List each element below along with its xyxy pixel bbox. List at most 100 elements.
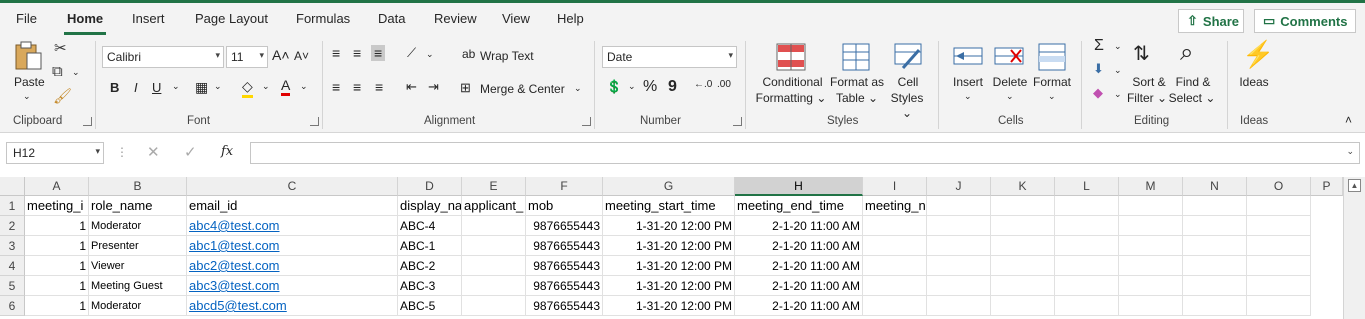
orientation-icon[interactable]: ⟋ xyxy=(407,45,416,61)
font-color-dropdown-icon[interactable]: ⌄ xyxy=(300,81,308,92)
cell-l3[interactable] xyxy=(1055,236,1119,256)
copy-dropdown-icon[interactable]: ⌄ xyxy=(72,67,80,78)
cell-m5[interactable] xyxy=(1119,276,1183,296)
tab-insert[interactable]: Insert xyxy=(132,11,165,26)
row-header-4[interactable]: 4 xyxy=(0,256,25,276)
column-header-n[interactable]: N xyxy=(1183,177,1247,196)
font-size-select[interactable]: 11 ▾ xyxy=(226,46,268,68)
cell-l4[interactable] xyxy=(1055,256,1119,276)
column-header-c[interactable]: C xyxy=(187,177,398,196)
column-header-b[interactable]: B xyxy=(89,177,187,196)
cell-j4[interactable] xyxy=(927,256,991,276)
cell-i2[interactable] xyxy=(863,216,927,236)
cell-c5[interactable]: abc3@test.com xyxy=(187,276,398,296)
tab-view[interactable]: View xyxy=(502,11,530,26)
cell-g6[interactable]: 1-31-20 12:00 PM xyxy=(603,296,735,316)
cell-c3[interactable]: abc1@test.com xyxy=(187,236,398,256)
row-header-3[interactable]: 3 xyxy=(0,236,25,256)
cut-icon[interactable]: ✂ xyxy=(54,39,67,57)
cell-k4[interactable] xyxy=(991,256,1055,276)
cell-m2[interactable] xyxy=(1119,216,1183,236)
find-select-icon[interactable]: ⌕ xyxy=(1180,39,1193,67)
find-select-button[interactable]: Find & xyxy=(1172,75,1214,90)
clear-dropdown-icon[interactable]: ⌄ xyxy=(1114,89,1122,100)
cell-n2[interactable] xyxy=(1183,216,1247,236)
font-launcher-icon[interactable] xyxy=(310,117,319,126)
accounting-format-icon[interactable]: 💲 xyxy=(606,79,622,95)
insert-function-button[interactable]: fx xyxy=(221,144,233,159)
paste-label[interactable]: Paste xyxy=(14,75,45,90)
expand-formula-bar-icon[interactable]: ⌄ xyxy=(1346,146,1354,157)
cell-f1[interactable]: mob xyxy=(526,196,603,216)
cell-h1[interactable]: meeting_end_time xyxy=(735,196,863,216)
cell-d6[interactable]: ABC-5 xyxy=(398,296,462,316)
cell-f3[interactable]: 9876655443 xyxy=(526,236,603,256)
orientation-dropdown-icon[interactable]: ⌄ xyxy=(426,49,434,60)
merge-dropdown-icon[interactable]: ⌄ xyxy=(574,83,582,94)
cell-e5[interactable] xyxy=(462,276,526,296)
cell-f4[interactable]: 9876655443 xyxy=(526,256,603,276)
increase-font-icon[interactable]: A˄ xyxy=(272,47,290,63)
tab-formulas[interactable]: Formulas xyxy=(296,11,350,26)
sort-filter-icon[interactable]: ⇅ xyxy=(1133,41,1150,66)
cell-b5[interactable]: Meeting Guest xyxy=(89,276,187,296)
collapse-ribbon-icon[interactable]: ˄ xyxy=(1345,113,1352,127)
column-header-p[interactable]: P xyxy=(1311,177,1343,196)
accounting-dropdown-icon[interactable]: ⌄ xyxy=(628,81,636,92)
tab-file[interactable]: File xyxy=(16,11,37,26)
cell-styles-dropdown[interactable]: Styles ⌄ xyxy=(884,91,930,121)
tab-page-layout[interactable]: Page Layout xyxy=(195,11,268,26)
cell-i3[interactable] xyxy=(863,236,927,256)
cell-l1[interactable] xyxy=(1055,196,1119,216)
font-color-icon[interactable]: A xyxy=(281,77,291,96)
cell-g1[interactable]: meeting_start_time xyxy=(603,196,735,216)
align-right-icon[interactable]: ≡ xyxy=(375,79,383,95)
scroll-up-icon[interactable]: ▲ xyxy=(1348,179,1361,192)
share-button[interactable]: ⇧ Share xyxy=(1178,9,1244,33)
format-cells-icon[interactable] xyxy=(1036,42,1068,72)
format-painter-icon[interactable]: 🖌 xyxy=(53,87,72,105)
cell-h5[interactable]: 2-1-20 11:00 AM xyxy=(735,276,863,296)
tab-home[interactable]: Home xyxy=(67,11,103,26)
cell-a6[interactable]: 1 xyxy=(25,296,89,316)
tab-help[interactable]: Help xyxy=(557,11,584,26)
name-box[interactable]: H12 ▾ xyxy=(6,142,104,164)
select-all-corner[interactable] xyxy=(0,177,25,196)
autosum-dropdown-icon[interactable]: ⌄ xyxy=(1114,41,1122,52)
column-header-h[interactable]: H xyxy=(735,177,863,196)
cell-styles-icon[interactable] xyxy=(893,42,925,72)
cell-l2[interactable] xyxy=(1055,216,1119,236)
cell-o4[interactable] xyxy=(1247,256,1311,276)
cell-e1[interactable]: applicant_ xyxy=(462,196,526,216)
align-center-icon[interactable]: ≡ xyxy=(353,79,361,95)
autosum-icon[interactable]: Σ xyxy=(1094,37,1104,55)
cell-m1[interactable] xyxy=(1119,196,1183,216)
fill-dropdown-icon[interactable]: ⌄ xyxy=(1114,65,1122,76)
cell-o2[interactable] xyxy=(1247,216,1311,236)
conditional-formatting-button[interactable]: Conditional xyxy=(760,75,825,90)
cell-i1[interactable]: meeting_name xyxy=(863,196,927,216)
fill-icon[interactable]: ⬇ xyxy=(1093,61,1104,77)
cell-a4[interactable]: 1 xyxy=(25,256,89,276)
cell-j3[interactable] xyxy=(927,236,991,256)
column-header-l[interactable]: L xyxy=(1055,177,1119,196)
cell-d4[interactable]: ABC-2 xyxy=(398,256,462,276)
conditional-formatting-dropdown[interactable]: Formatting ⌄ xyxy=(754,91,828,106)
cancel-icon[interactable]: ✕ xyxy=(147,143,160,161)
cell-o3[interactable] xyxy=(1247,236,1311,256)
cell-b1[interactable]: role_name xyxy=(89,196,187,216)
format-cells-button[interactable]: Format xyxy=(1032,75,1072,90)
format-as-table-icon[interactable] xyxy=(841,42,873,72)
paste-icon[interactable] xyxy=(13,41,45,71)
ideas-icon[interactable]: ⚡ xyxy=(1242,39,1274,70)
column-header-k[interactable]: K xyxy=(991,177,1055,196)
cell-f5[interactable]: 9876655443 xyxy=(526,276,603,296)
cell-n4[interactable] xyxy=(1183,256,1247,276)
delete-cells-icon[interactable] xyxy=(993,42,1025,72)
formula-input[interactable]: ⌄ xyxy=(250,142,1360,164)
cell-d1[interactable]: display_na xyxy=(398,196,462,216)
bold-button[interactable]: B xyxy=(110,80,119,95)
italic-button[interactable]: I xyxy=(134,80,138,95)
ideas-button[interactable]: Ideas xyxy=(1236,75,1272,90)
column-header-j[interactable]: J xyxy=(927,177,991,196)
